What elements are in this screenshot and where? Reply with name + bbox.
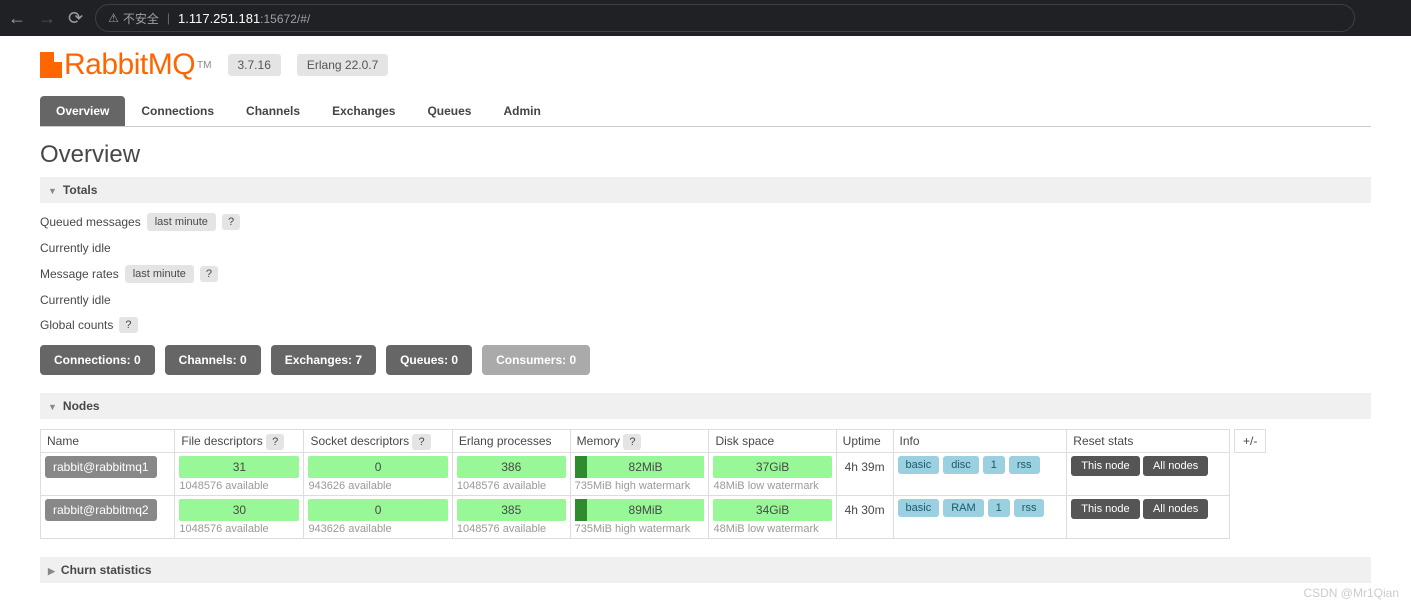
info-badge[interactable]: rss: [1009, 456, 1040, 474]
info-badge[interactable]: RAM: [943, 499, 983, 517]
count-connections[interactable]: Connections: 0: [40, 345, 155, 375]
node-name-badge[interactable]: rabbit@rabbitmq1: [45, 456, 157, 478]
timerange-select[interactable]: last minute: [147, 213, 216, 231]
count-queues[interactable]: Queues: 0: [386, 345, 472, 375]
queued-idle: Currently idle: [40, 241, 1371, 255]
erlang-badge: Erlang 22.0.7: [297, 54, 388, 76]
nodes-table: NameFile descriptors ?Socket descriptors…: [40, 429, 1230, 539]
reset-this-node-button[interactable]: This node: [1071, 456, 1139, 476]
mem-sub: 735MiB high watermark: [575, 480, 705, 492]
global-counts-label: Global counts: [40, 318, 113, 332]
sd-sub: 943626 available: [308, 523, 447, 535]
reset-all-nodes-button[interactable]: All nodes: [1143, 456, 1208, 476]
fd-sub: 1048576 available: [179, 480, 299, 492]
count-channels[interactable]: Channels: 0: [165, 345, 261, 375]
disk-sub: 48MiB low watermark: [713, 480, 831, 492]
col-header: Erlang processes: [452, 430, 570, 453]
back-button[interactable]: ←: [8, 8, 26, 29]
info-badge[interactable]: disc: [943, 456, 979, 474]
reset-all-nodes-button[interactable]: All nodes: [1143, 499, 1208, 519]
help-icon[interactable]: ?: [266, 434, 284, 450]
version-badge: 3.7.16: [228, 54, 281, 76]
fd-value: 31: [179, 456, 299, 478]
address-bar[interactable]: ⚠ 不安全 | 1.117.251.181:15672/#/: [95, 4, 1355, 32]
url-text: 1.117.251.181:15672/#/: [178, 11, 310, 26]
chevron-down-icon: [48, 183, 57, 197]
disk-value: 34GiB: [713, 499, 831, 521]
ep-value: 385: [457, 499, 566, 521]
help-icon[interactable]: ?: [119, 317, 137, 333]
help-icon[interactable]: ?: [222, 214, 240, 230]
info-badge[interactable]: 1: [983, 456, 1005, 474]
col-header: Reset stats: [1067, 430, 1230, 453]
ep-sub: 1048576 available: [457, 480, 566, 492]
logo-text: RabbitMQ: [64, 48, 195, 82]
ep-sub: 1048576 available: [457, 523, 566, 535]
section-churn[interactable]: Churn statistics: [40, 557, 1371, 583]
chevron-right-icon: [48, 563, 55, 577]
tab-queues[interactable]: Queues: [411, 96, 487, 126]
message-rates-label: Message rates: [40, 267, 119, 281]
forward-button[interactable]: →: [38, 8, 56, 29]
col-header: Info: [893, 430, 1067, 453]
rabbitmq-logo: RabbitMQ TM: [40, 48, 212, 82]
help-icon[interactable]: ?: [623, 434, 641, 450]
sd-value: 0: [308, 499, 447, 521]
count-consumers[interactable]: Consumers: 0: [482, 345, 590, 375]
tab-admin[interactable]: Admin: [487, 96, 556, 126]
help-icon[interactable]: ?: [200, 266, 218, 282]
node-name-badge[interactable]: rabbit@rabbitmq2: [45, 499, 157, 521]
mem-sub: 735MiB high watermark: [575, 523, 705, 535]
global-counts: Connections: 0 Channels: 0 Exchanges: 7 Que…: [40, 345, 1371, 375]
count-exchanges[interactable]: Exchanges: 7: [271, 345, 376, 375]
main-tabs: Overview Connections Channels Exchanges …: [40, 96, 1371, 127]
info-badge[interactable]: basic: [898, 456, 940, 474]
table-row: rabbit@rabbitmq2 30 1048576 available 0 9436…: [41, 496, 1230, 539]
table-row: rabbit@rabbitmq1 31 1048576 available 0 9436…: [41, 453, 1230, 496]
uptime-value: 4h 39m: [841, 456, 889, 478]
tab-exchanges[interactable]: Exchanges: [316, 96, 411, 126]
queued-messages-label: Queued messages: [40, 215, 141, 229]
uptime-value: 4h 30m: [841, 499, 889, 521]
sd-sub: 943626 available: [308, 480, 447, 492]
reset-this-node-button[interactable]: This node: [1071, 499, 1139, 519]
col-header: Disk space: [709, 430, 836, 453]
section-totals[interactable]: Totals: [40, 177, 1371, 203]
disk-value: 37GiB: [713, 456, 831, 478]
fd-value: 30: [179, 499, 299, 521]
trademark: TM: [197, 60, 211, 71]
fd-sub: 1048576 available: [179, 523, 299, 535]
tab-channels[interactable]: Channels: [230, 96, 316, 126]
page-title: Overview: [40, 141, 1371, 169]
tab-overview[interactable]: Overview: [40, 96, 125, 126]
watermark: CSDN @Mr1Qian: [1303, 586, 1399, 600]
col-header: Uptime: [836, 430, 893, 453]
browser-toolbar: ← → ⟳ ⚠ 不安全 | 1.117.251.181:15672/#/: [0, 0, 1411, 36]
mem-value: 89MiB: [575, 499, 705, 521]
help-icon[interactable]: ?: [412, 434, 430, 450]
mem-value: 82MiB: [575, 456, 705, 478]
chevron-down-icon: [48, 399, 57, 413]
col-header: Name: [41, 430, 175, 453]
info-badge[interactable]: basic: [898, 499, 940, 517]
ep-value: 386: [457, 456, 566, 478]
col-header: Memory ?: [570, 430, 709, 453]
col-header: File descriptors ?: [175, 430, 304, 453]
info-badge[interactable]: rss: [1014, 499, 1045, 517]
columns-toggle[interactable]: +/-: [1234, 429, 1266, 453]
timerange-select[interactable]: last minute: [125, 265, 194, 283]
insecure-warning-icon: ⚠ 不安全: [108, 10, 159, 27]
col-header: Socket descriptors ?: [304, 430, 452, 453]
rates-idle: Currently idle: [40, 293, 1371, 307]
info-badge[interactable]: 1: [988, 499, 1010, 517]
disk-sub: 48MiB low watermark: [713, 523, 831, 535]
sd-value: 0: [308, 456, 447, 478]
section-nodes[interactable]: Nodes: [40, 393, 1371, 419]
reload-button[interactable]: ⟳: [68, 8, 83, 29]
rabbitmq-icon: [40, 52, 62, 78]
tab-connections[interactable]: Connections: [125, 96, 230, 126]
